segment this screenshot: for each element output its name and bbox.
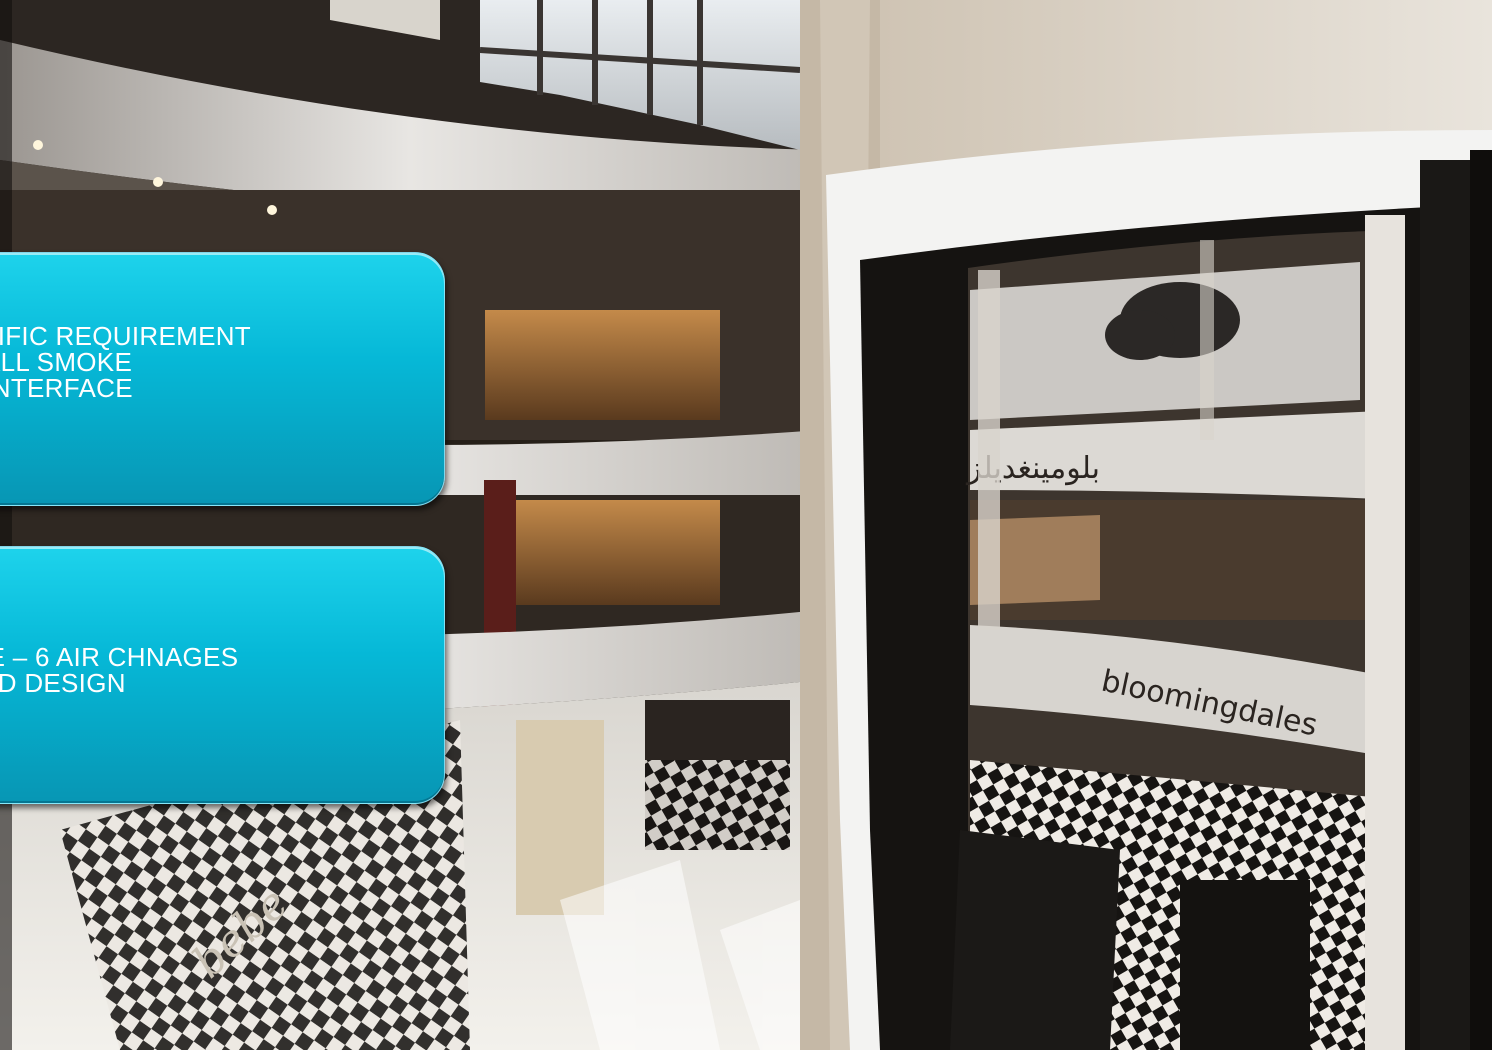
callout-line: MALL SMOKE — [0, 347, 133, 377]
callout-line: RED DESIGN — [0, 668, 126, 698]
callout-line: ICE – 6 AIR CHNAGES — [0, 642, 239, 672]
display-poster — [516, 720, 604, 915]
callout-line: T INTERFACE — [0, 373, 133, 403]
callout-box-smoke-interface: ECIFIC REQUIREMENT MALL SMOKE T INTERFAC… — [0, 252, 445, 506]
callout-text: ICE – 6 AIR CHNAGES RED DESIGN — [0, 644, 238, 696]
callout-text: ECIFIC REQUIREMENT MALL SMOKE T INTERFAC… — [0, 323, 251, 401]
callout-line: ECIFIC REQUIREMENT — [0, 321, 251, 351]
upper-store-window — [485, 310, 720, 420]
middle-store-window — [510, 500, 720, 605]
callout-box-air-changes: ICE – 6 AIR CHNAGES RED DESIGN — [0, 546, 445, 804]
mall-atrium-photo: bebe بلومينغديلز bloomingdales — [0, 0, 1492, 1050]
